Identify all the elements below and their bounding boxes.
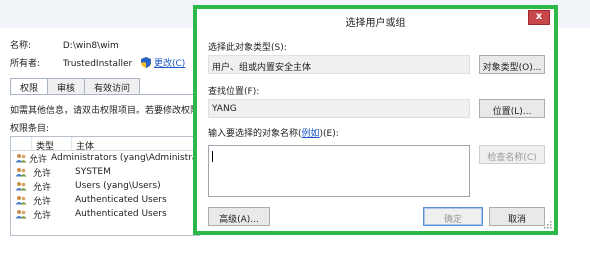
entry-type: 允许 (33, 210, 52, 221)
users-icon (11, 153, 27, 163)
info-text: 如需其他信息，请双击权限项目。若要修改权限 (10, 106, 200, 116)
table-row[interactable]: 允许 Authenticated Users (11, 193, 199, 207)
table-body: 允许 Administrators (yang\Administrat 允许 SYST… (11, 151, 199, 221)
entry-type: 允许 (29, 154, 48, 165)
owner-label: 所有者: (10, 59, 41, 69)
uac-shield-icon (141, 57, 152, 68)
users-icon (11, 195, 31, 205)
dialog-title: 选择用户或组 (197, 9, 554, 31)
entry-principal: Administrators (yang\Administrat (51, 153, 200, 163)
owner-value: TrustedInstaller (62, 59, 133, 69)
name-row: 名称: D:\win8\wim (10, 38, 119, 51)
permission-entries-table[interactable]: 类型 主体 允许 Administrators (yang\Administrat… (10, 136, 200, 236)
users-icon (11, 181, 31, 191)
owner-row: 所有者: TrustedInstaller 更改(C) (10, 56, 185, 69)
resize-grip-icon[interactable] (544, 221, 552, 229)
close-icon: x (535, 11, 543, 22)
principal-column-header[interactable]: 主体 (71, 137, 199, 152)
icon-column-header (11, 137, 31, 150)
tab-effective-access[interactable]: 有效访问 (84, 78, 141, 94)
object-type-field: 用户、组或内置安全主体 (208, 55, 470, 74)
check-names-button[interactable]: 检查名称(C) (479, 145, 545, 164)
enter-names-label-suffix: )(E): (319, 129, 339, 139)
table-row[interactable]: 允许 Users (yang\Users) (11, 179, 199, 193)
name-value: D:\win8\wim (62, 41, 119, 51)
table-row[interactable]: 允许 SYSTEM (11, 165, 199, 179)
object-types-button[interactable]: 对象类型(O)... (479, 55, 545, 74)
entry-type: 允许 (33, 196, 52, 207)
tab-auditing[interactable]: 审核 (47, 78, 86, 94)
location-label: 查找位置(F): (208, 87, 260, 97)
entry-type: 允许 (33, 168, 52, 179)
entry-principal: Authenticated Users (75, 209, 167, 219)
table-row[interactable]: 允许 Authenticated Users (11, 207, 199, 221)
change-owner-link[interactable]: 更改(C) (154, 59, 185, 69)
tab-strip: 权限 审核 有效访问 (10, 78, 141, 95)
text-caret (212, 151, 213, 162)
tab-divider (10, 94, 200, 95)
table-row[interactable]: 允许 Administrators (yang\Administrat (11, 151, 199, 165)
location-field: YANG (208, 99, 470, 118)
entry-principal: Authenticated Users (75, 195, 167, 205)
select-users-dialog: 选择用户或组 x 选择此对象类型(S): 用户、组或内置安全主体 对象类型(O)… (193, 5, 558, 235)
type-column-header[interactable]: 类型 (31, 137, 71, 152)
ok-button[interactable]: 确定 (423, 207, 483, 226)
cancel-button[interactable]: 取消 (489, 207, 545, 226)
object-names-input[interactable] (208, 145, 470, 197)
locations-button[interactable]: 位置(L)... (479, 99, 545, 118)
entry-principal: SYSTEM (75, 167, 111, 177)
object-type-label: 选择此对象类型(S): (208, 43, 287, 53)
name-label: 名称: (10, 41, 32, 51)
entry-principal: Users (yang\Users) (75, 181, 161, 191)
entry-type: 允许 (33, 182, 52, 193)
tab-permissions[interactable]: 权限 (10, 78, 49, 95)
enter-names-label-prefix: 输入要选择的对象名称( (208, 129, 302, 139)
users-icon (11, 209, 31, 219)
entries-label: 权限条目: (10, 124, 50, 134)
table-header: 类型 主体 (11, 137, 199, 152)
close-button[interactable]: x (528, 10, 550, 25)
advanced-button[interactable]: 高级(A)... (208, 207, 270, 226)
enter-names-label: 输入要选择的对象名称(例如)(E): (208, 126, 339, 139)
users-icon (11, 167, 31, 177)
examples-link[interactable]: 例如 (302, 129, 320, 139)
